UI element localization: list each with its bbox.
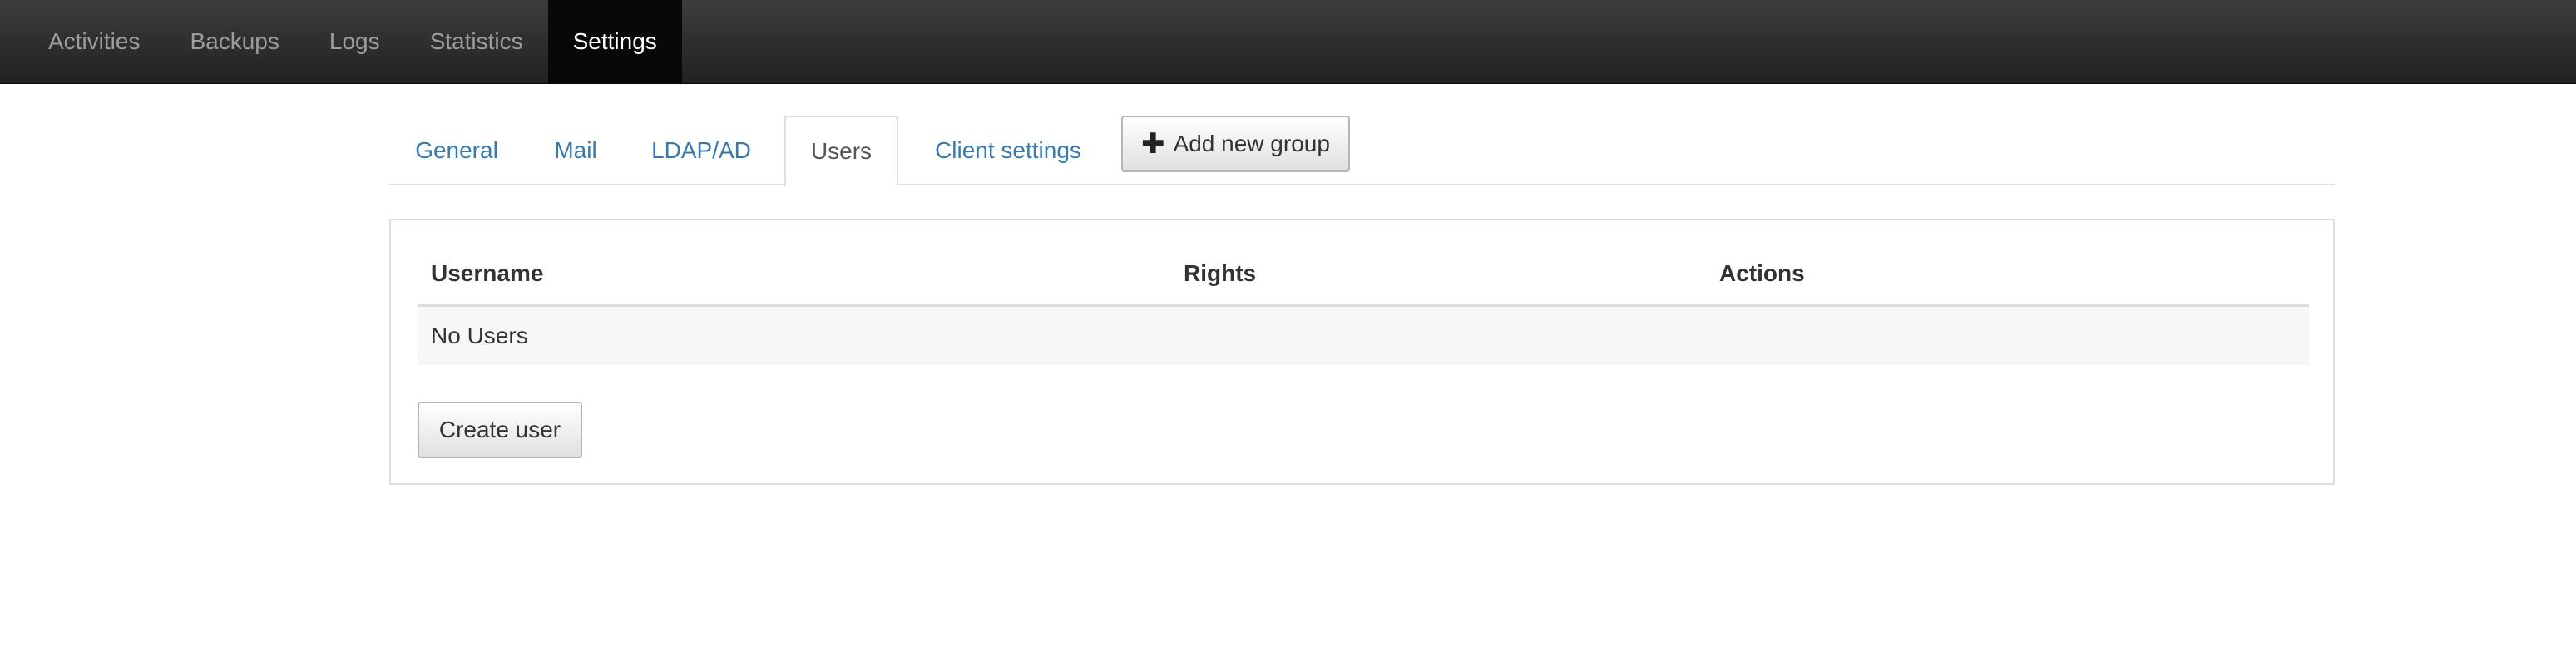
table-row: No Users	[418, 305, 2309, 365]
tab-client-settings[interactable]: Client settings	[905, 116, 1111, 185]
users-panel: Username Rights Actions No Users Create …	[389, 219, 2335, 485]
add-new-group-button[interactable]: ✚ Add new group	[1121, 116, 1350, 172]
nav-item-settings[interactable]: Settings	[547, 0, 682, 83]
add-new-group-label: Add new group	[1173, 131, 1330, 156]
nav-item-activities[interactable]: Activities	[23, 0, 165, 83]
plus-icon: ✚	[1141, 128, 1165, 160]
nav-item-backups[interactable]: Backups	[165, 0, 304, 83]
tab-users[interactable]: Users	[784, 116, 898, 187]
tab-mail[interactable]: Mail	[529, 116, 622, 185]
create-user-button[interactable]: Create user	[418, 402, 582, 458]
nav-list: Activities Backups Logs Statistics Setti…	[0, 0, 2576, 83]
column-header-rights: Rights	[1170, 244, 1706, 307]
settings-tabs: General Mail LDAP/AD Users Client settin…	[389, 116, 2335, 187]
top-navbar: Activities Backups Logs Statistics Setti…	[0, 0, 2576, 84]
tab-general[interactable]: General	[389, 116, 524, 185]
tab-ldap-ad[interactable]: LDAP/AD	[625, 116, 777, 185]
column-header-username: Username	[418, 244, 1170, 307]
nav-item-logs[interactable]: Logs	[304, 0, 405, 83]
nav-item-statistics[interactable]: Statistics	[405, 0, 548, 83]
column-header-actions: Actions	[1706, 244, 2309, 307]
empty-table-message: No Users	[418, 305, 2309, 365]
users-table: Username Rights Actions No Users	[418, 244, 2309, 365]
table-header-row: Username Rights Actions	[418, 244, 2309, 307]
